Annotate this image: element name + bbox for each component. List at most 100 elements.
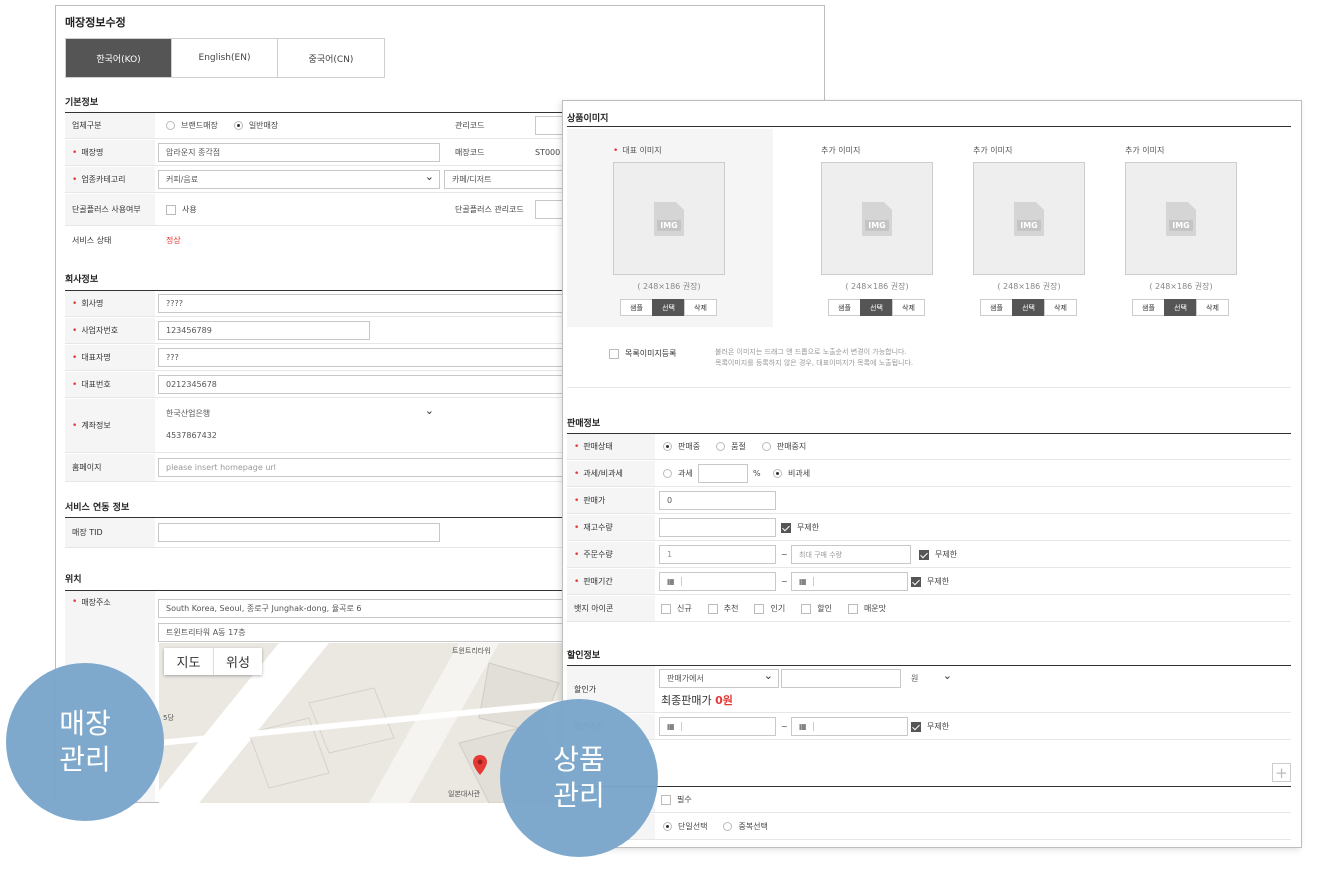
radio-checked-icon xyxy=(663,442,672,451)
checkbox-label: 무제한 xyxy=(927,577,950,586)
delete-button[interactable]: 삭제 xyxy=(684,299,717,316)
tid-input[interactable] xyxy=(158,523,440,542)
badge-spicy-checkbox[interactable]: 매운맛 xyxy=(847,603,886,614)
status-on-sale-radio[interactable]: 판매중 xyxy=(663,441,700,452)
tab-chinese[interactable]: 중국어(CN) xyxy=(278,39,384,77)
image-placeholder[interactable]: IMG xyxy=(1125,162,1237,275)
delete-button[interactable]: 삭제 xyxy=(892,299,925,316)
phone-input[interactable]: 0212345678 xyxy=(158,375,578,394)
select-button[interactable]: 선택 xyxy=(860,299,893,316)
tax-free-radio[interactable]: 비과세 xyxy=(773,468,810,479)
discount-basis-select[interactable]: 판매가에서 xyxy=(659,669,779,688)
address-input[interactable]: South Korea, Seoul, 종로구 Junghak-dong, 율곡… xyxy=(158,599,578,618)
tax-radio[interactable]: 과세 xyxy=(663,468,693,479)
order-max-input[interactable]: 최대 구매 수량 xyxy=(791,545,911,564)
homepage-input[interactable]: please insert homepage url xyxy=(158,458,578,477)
sample-button[interactable]: 샘플 xyxy=(1132,299,1165,316)
delete-button[interactable]: 삭제 xyxy=(1196,299,1229,316)
radio-label: 품절 xyxy=(731,442,746,451)
tax-rate-input[interactable] xyxy=(698,464,748,483)
account-label: • 계좌정보 xyxy=(65,399,155,452)
calendar-icon: ▦ xyxy=(667,722,682,731)
danggol-code-label: 단골플러스 관리코드 xyxy=(455,205,524,214)
add-option-button[interactable]: + xyxy=(1272,763,1291,782)
status-soldout-radio[interactable]: 품절 xyxy=(716,441,746,452)
discount-amount-input[interactable] xyxy=(781,669,901,688)
discount-start-date-input[interactable]: ▦ xyxy=(659,717,776,736)
period-unlimited-checkbox[interactable]: 무제한 xyxy=(911,576,949,587)
ceo-input[interactable]: ??? xyxy=(158,348,578,367)
single-select-radio[interactable]: 단일선택 xyxy=(663,821,707,832)
radio-label: 비과세 xyxy=(788,469,811,478)
tab-korean[interactable]: 한국어(KO) xyxy=(66,39,172,77)
tid-label: 매장 TID xyxy=(65,518,155,547)
discount-unit-select[interactable]: 원 xyxy=(903,669,958,688)
badge-discount-checkbox[interactable]: 할인 xyxy=(801,603,832,614)
store-name-input[interactable]: 압라운지 종각점 xyxy=(158,143,440,162)
image-placeholder[interactable]: IMG xyxy=(973,162,1085,275)
sample-button[interactable]: 샘플 xyxy=(828,299,861,316)
store-code-label: 매장코드 xyxy=(455,148,485,157)
tab-english[interactable]: English(EN) xyxy=(172,39,278,77)
account-input[interactable]: 4537867432 xyxy=(158,426,578,445)
select-button[interactable]: 선택 xyxy=(1012,299,1045,316)
address-detail-input[interactable]: 트윈트리타워 A동 17층 xyxy=(158,623,578,642)
service-status-value: 정상 xyxy=(166,235,181,245)
radio-icon xyxy=(716,442,726,451)
sale-start-date-input[interactable]: ▦ xyxy=(659,572,776,591)
image-file-icon: IMG xyxy=(862,201,892,236)
tax-unit: % xyxy=(753,469,761,478)
extra-image-slot: 추가 이미지 IMG ( 248×186 권장) 샘플 선택 삭제 xyxy=(821,145,933,316)
satellite-view-button[interactable]: 위성 xyxy=(213,648,262,675)
basic-info-title: 기본정보 xyxy=(65,98,99,108)
list-image-checkbox[interactable]: 목록이미지등록 xyxy=(609,348,677,359)
company-name-label: • 회사명 xyxy=(65,291,155,316)
bizno-input[interactable]: 123456789 xyxy=(158,321,370,340)
image-file-icon: IMG xyxy=(654,201,684,236)
option-required-checkbox[interactable]: 필수 xyxy=(661,794,692,805)
biz-type-general-radio[interactable]: 일반매장 xyxy=(233,120,278,131)
stock-unlimited-checkbox[interactable]: 무제한 xyxy=(781,522,819,533)
map-view-button[interactable]: 지도 xyxy=(164,648,213,675)
sample-button[interactable]: 샘플 xyxy=(980,299,1013,316)
sample-button[interactable]: 샘플 xyxy=(620,299,653,316)
checkbox-label: 필수 xyxy=(677,795,692,804)
company-name-input[interactable]: ???? xyxy=(158,294,578,313)
biz-type-brand-radio[interactable]: 브랜드매장 xyxy=(166,120,218,131)
form-row: 필수 xyxy=(567,787,1291,813)
danggol-use-checkbox[interactable]: 사용 xyxy=(166,204,197,215)
radio-checked-icon xyxy=(233,121,243,130)
badge-new-checkbox[interactable]: 신규 xyxy=(661,603,692,614)
status-stopped-radio[interactable]: 판매중지 xyxy=(761,441,806,452)
select-button[interactable]: 선택 xyxy=(652,299,685,316)
checkbox-label: 무제한 xyxy=(927,722,950,731)
multi-select-radio[interactable]: 중복선택 xyxy=(723,821,768,832)
select-button[interactable]: 선택 xyxy=(1164,299,1197,316)
checkbox-icon xyxy=(754,603,765,614)
sale-end-date-input[interactable]: ▦ xyxy=(791,572,908,591)
company-info-title: 회사정보 xyxy=(65,275,99,285)
order-min-input[interactable]: 1 xyxy=(659,545,776,564)
image-placeholder[interactable]: IMG xyxy=(613,162,725,275)
checkbox-label: 무제한 xyxy=(935,550,958,559)
checkbox-label: 할인 xyxy=(817,604,832,613)
order-unlimited-checkbox[interactable]: 무제한 xyxy=(919,549,957,560)
image-size-hint: ( 248×186 권장) xyxy=(637,282,701,291)
radio-icon xyxy=(723,822,733,831)
badge-recommend-checkbox[interactable]: 추천 xyxy=(707,603,738,614)
extra-image-slot: 추가 이미지 IMG ( 248×186 권장) 샘플 선택 삭제 xyxy=(973,145,1085,316)
stock-input[interactable] xyxy=(659,518,776,537)
price-input[interactable]: 0 xyxy=(659,491,776,510)
radio-icon xyxy=(166,121,175,130)
bank-select[interactable]: 한국산업은행 xyxy=(158,404,440,423)
map-pin-icon[interactable] xyxy=(473,755,487,777)
discount-unlimited-checkbox[interactable]: 무제한 xyxy=(911,721,949,732)
delete-button[interactable]: 삭제 xyxy=(1044,299,1077,316)
image-placeholder[interactable]: IMG xyxy=(821,162,933,275)
discount-end-date-input[interactable]: ▦ xyxy=(791,717,908,736)
category-select[interactable]: 커피/음료 xyxy=(158,170,440,189)
extra-image-caption: 추가 이미지 xyxy=(973,146,1013,155)
main-image-slot: • 대표 이미지 IMG ( 248×186 권장) 샘플 선택 삭제 xyxy=(613,145,725,316)
checkbox-checked-icon xyxy=(911,721,921,732)
badge-popular-checkbox[interactable]: 인기 xyxy=(754,603,785,614)
